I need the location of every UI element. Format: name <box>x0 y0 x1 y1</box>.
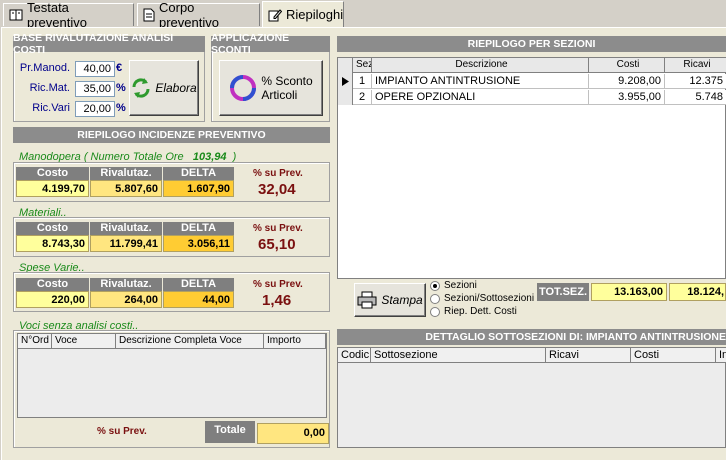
materiali-col-rival: Rivalutaz. <box>90 222 162 235</box>
materiali-pct-label: % su Prev. <box>253 223 303 234</box>
manodopera-col-rival: Rivalutaz. <box>90 167 162 180</box>
spese-col-delta: DELTA <box>163 278 234 291</box>
stampa-label: Stampa <box>381 293 423 307</box>
radio-sezioni[interactable]: Sezioni <box>430 280 477 291</box>
elabora-button[interactable]: Elabora <box>129 60 199 116</box>
tab-corpo-preventivo[interactable]: Corpo preventivo <box>137 0 260 30</box>
printer-icon <box>357 291 377 309</box>
sezioni-cell-costi: 9.208,00 <box>589 74 665 89</box>
materiali-col-delta: DELTA <box>163 222 234 235</box>
sezioni-col-descrizione: Descrizione <box>372 58 589 73</box>
materiali-pct: 65,10 <box>258 236 296 253</box>
voci-col-descrizione: Descrizione Completa Voce <box>116 334 264 349</box>
table-row[interactable]: 2 OPERE OPZIONALI 3.955,00 5.748 <box>353 90 726 105</box>
sezioni-cell-desc: IMPIANTO ANTINTRUSIONE <box>372 74 589 89</box>
manodopera-pct: 32,04 <box>258 181 296 198</box>
materiali-rival: 11.799,41 <box>90 235 162 252</box>
table-row[interactable]: 1 IMPIANTO ANTINTRUSIONE 9.208,00 12.375 <box>353 74 726 89</box>
tab-label: Testata preventivo <box>27 0 87 30</box>
sconto-articoli-button[interactable]: % Sconto Articoli <box>219 60 323 116</box>
ric-mat-input[interactable]: 35,00 <box>75 81 115 97</box>
tab-riepiloghi[interactable]: Riepiloghi <box>262 1 344 27</box>
radio-sezioni-sottosezioni[interactable]: Sezioni/Sottosezioni <box>430 293 534 304</box>
spese-pct-label: % su Prev. <box>253 279 303 290</box>
pr-manod-label: Pr.Manod. <box>19 62 70 74</box>
totale-value: 0,00 <box>257 423 329 444</box>
manodopera-costo: 4.199,70 <box>16 180 89 197</box>
applicazione-sconti-header: APPLICAZIONE SCONTI <box>211 32 330 56</box>
manodopera-pct-label: % su Prev. <box>253 168 303 179</box>
dettaglio-col-codice: Codic <box>338 348 371 363</box>
stampa-button[interactable]: Stampa <box>354 283 426 317</box>
dettaglio-col-in: In <box>716 348 726 363</box>
materiali-col-costo: Costo <box>16 222 89 235</box>
sezioni-cell-costi: 3.955,00 <box>589 90 665 105</box>
spese-delta: 44,00 <box>163 291 234 308</box>
document-icon <box>143 8 155 22</box>
sezioni-cell-ricavi: 12.375 <box>665 74 726 89</box>
pr-manod-unit: € <box>116 62 123 74</box>
ric-vari-unit: % <box>116 102 126 114</box>
dettaglio-grid[interactable]: Codic Sottosezione Ricavi Costi In <box>337 347 726 448</box>
elabora-label: Elabora <box>155 81 197 95</box>
tab-label: Corpo preventivo <box>159 0 219 30</box>
sezioni-cell-ricavi: 5.748 <box>665 90 726 105</box>
dettaglio-sottosezioni-header: DETTAGLIO SOTTOSEZIONI DI: IMPIANTO ANTI… <box>337 329 726 345</box>
ric-vari-input[interactable]: 20,00 <box>75 101 115 117</box>
spese-col-rival: Rivalutaz. <box>90 278 162 291</box>
manodopera-col-delta: DELTA <box>163 167 234 180</box>
edit-icon <box>268 8 282 21</box>
voci-col-importo: Importo <box>264 334 326 349</box>
manodopera-rival: 5.807,60 <box>90 180 162 197</box>
sezioni-cell-n: 1 <box>353 74 372 89</box>
tot-sez-costi: 13.163,00 <box>591 283 667 301</box>
voci-col-voce: Voce <box>52 334 116 349</box>
ric-mat-label: Ric.Mat. <box>29 82 70 94</box>
spese-col-costo: Costo <box>16 278 89 291</box>
materiali-delta: 3.056,11 <box>163 235 234 252</box>
book-icon <box>9 9 23 21</box>
voci-pct-label: % su Prev. <box>97 426 147 437</box>
sezioni-cell-n: 2 <box>353 90 372 105</box>
voci-col-nord: N°Ord <box>18 334 52 349</box>
totale-label: Totale <box>205 421 255 443</box>
riepilogo-incidenze-header: RIEPILOGO INCIDENZE PREVENTIVO <box>13 127 330 143</box>
refresh-icon <box>132 78 150 98</box>
riepilogo-sezioni-header: RIEPILOGO PER SEZIONI <box>337 36 726 52</box>
tab-testata-preventivo[interactable]: Testata preventivo <box>3 0 134 30</box>
materiali-costo: 8.743,30 <box>16 235 89 252</box>
sezioni-grid[interactable]: Sezio Descrizione Costi Ricavi 1 IMPIANT… <box>337 57 726 279</box>
pr-manod-input[interactable]: 40,00 <box>75 61 115 77</box>
spese-rival: 264,00 <box>90 291 162 308</box>
spese-costo: 220,00 <box>16 291 89 308</box>
percent-sync-icon <box>230 75 257 101</box>
base-rivalutazione-header: BASE RIVALUTAZIONE ANALISI COSTI <box>13 32 205 56</box>
manodopera-col-costo: Costo <box>16 167 89 180</box>
radio-riep-dett-costi[interactable]: Riep. Dett. Costi <box>430 306 517 317</box>
row-pointer-icon <box>342 77 349 86</box>
sezioni-col-n: Sezio <box>353 58 372 73</box>
dettaglio-col-ricavi: Ricavi <box>546 348 631 363</box>
tot-sez-ricavi: 18.124, <box>669 283 726 301</box>
ric-mat-unit: % <box>116 82 126 94</box>
voci-grid[interactable]: N°Ord Voce Descrizione Completa Voce Imp… <box>17 333 327 418</box>
dettaglio-col-costi: Costi <box>631 348 716 363</box>
sconto-line2: Articoli <box>261 88 298 102</box>
sezioni-cell-desc: OPERE OPZIONALI <box>372 90 589 105</box>
dettaglio-col-sottosezione: Sottosezione <box>371 348 546 363</box>
sezioni-col-costi: Costi <box>589 58 665 73</box>
spese-pct: 1,46 <box>262 292 292 309</box>
sconto-line1: % Sconto <box>261 74 313 88</box>
ric-vari-label: Ric.Vari <box>32 102 70 114</box>
manodopera-delta: 1.607,90 <box>163 180 234 197</box>
tab-label: Riepiloghi <box>286 7 344 22</box>
tot-sez-label: TOT.SEZ. <box>537 283 589 301</box>
sezioni-col-ricavi: Ricavi <box>665 58 726 73</box>
